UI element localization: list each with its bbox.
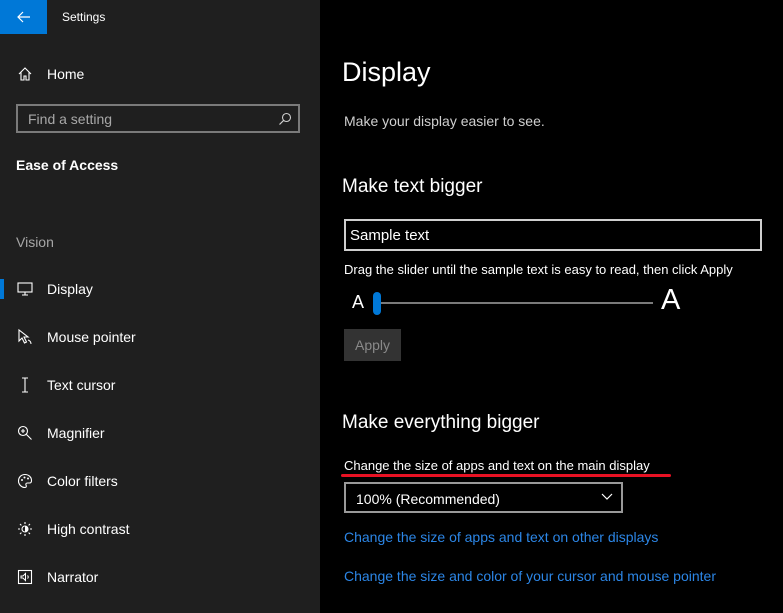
highlight-underline xyxy=(341,474,671,477)
home-label: Home xyxy=(47,66,85,82)
slider-min-label: A xyxy=(352,292,365,312)
sidebar-item-label: Narrator xyxy=(47,569,99,585)
mouse-pointer-icon xyxy=(16,328,34,346)
monitor-icon xyxy=(16,280,34,298)
sample-text-box: Sample text xyxy=(344,219,762,251)
section-title: Ease of Access xyxy=(16,157,119,173)
high-contrast-icon xyxy=(16,520,34,538)
scale-label: Change the size of apps and text on the … xyxy=(344,458,650,473)
text-cursor-icon xyxy=(16,376,34,394)
magnifier-icon xyxy=(16,424,34,442)
sidebar-item-label: Text cursor xyxy=(47,377,116,393)
sidebar-item-mouse-pointer[interactable]: Mouse pointer xyxy=(0,317,320,357)
link-cursor-pointer[interactable]: Change the size and color of your cursor… xyxy=(344,568,716,584)
link-other-displays[interactable]: Change the size of apps and text on othe… xyxy=(344,529,658,545)
text-size-slider-track[interactable] xyxy=(376,302,653,304)
sidebar-item-text-cursor[interactable]: Text cursor xyxy=(0,365,320,405)
title-bar: Settings xyxy=(0,0,320,34)
back-arrow-icon xyxy=(16,11,30,23)
back-button[interactable] xyxy=(0,0,47,34)
apply-button[interactable]: Apply xyxy=(344,329,401,361)
nav-home[interactable]: Home xyxy=(0,58,320,90)
text-size-slider-thumb[interactable] xyxy=(373,292,381,315)
search-input[interactable] xyxy=(18,106,278,131)
sidebar-item-label: Magnifier xyxy=(47,425,105,441)
sidebar-item-label: Mouse pointer xyxy=(47,329,136,345)
heading-make-text-bigger: Make text bigger xyxy=(342,176,483,197)
heading-make-everything-bigger: Make everything bigger xyxy=(342,412,540,433)
search-box[interactable] xyxy=(16,104,300,133)
narrator-icon xyxy=(16,568,34,586)
sidebar-item-label: Display xyxy=(47,281,93,297)
app-title: Settings xyxy=(62,10,106,24)
sidebar-item-label: Color filters xyxy=(47,473,118,489)
home-icon xyxy=(16,65,34,83)
search-icon[interactable] xyxy=(278,112,292,126)
slider-hint: Drag the slider until the sample text is… xyxy=(344,262,733,277)
slider-max-label: A xyxy=(661,284,681,316)
sidebar-item-magnifier[interactable]: Magnifier xyxy=(0,413,320,453)
chevron-down-icon xyxy=(601,493,613,500)
selected-indicator xyxy=(0,279,4,299)
page-subtitle: Make your display easier to see. xyxy=(344,113,545,129)
sidebar-item-high-contrast[interactable]: High contrast xyxy=(0,509,320,549)
sidebar-item-label: High contrast xyxy=(47,521,130,537)
group-header-vision: Vision xyxy=(16,234,54,250)
palette-icon xyxy=(16,472,34,490)
sidebar-item-color-filters[interactable]: Color filters xyxy=(0,461,320,501)
sidebar-item-narrator[interactable]: Narrator xyxy=(0,557,320,597)
sidebar-item-display[interactable]: Display xyxy=(0,269,320,309)
scale-dropdown[interactable]: 100% (Recommended) xyxy=(344,482,623,513)
scale-dropdown-value: 100% (Recommended) xyxy=(356,491,500,507)
sidebar: Settings Home Ease of Access Vision Disp… xyxy=(0,0,320,613)
main-content: Display Make your display easier to see.… xyxy=(320,0,783,613)
page-title: Display xyxy=(342,57,431,87)
